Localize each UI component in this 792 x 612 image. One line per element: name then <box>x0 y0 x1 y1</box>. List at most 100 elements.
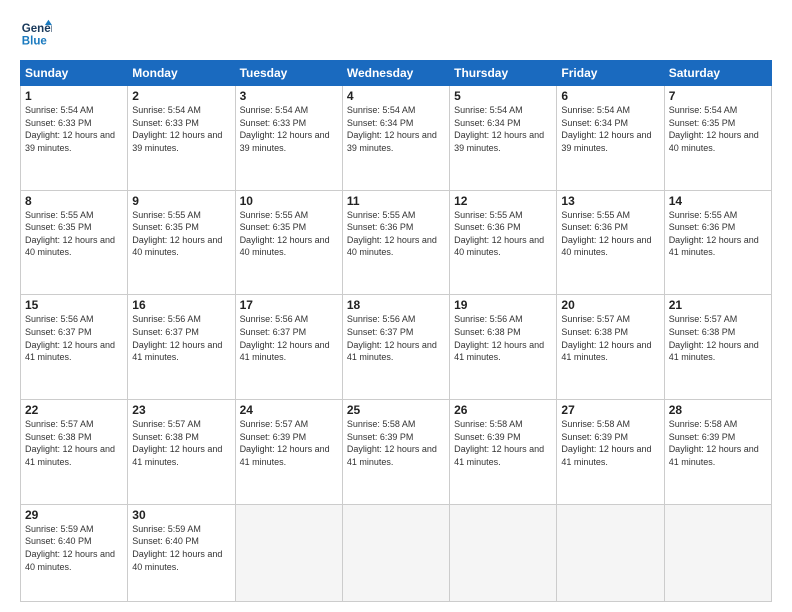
day-number: 3 <box>240 89 338 103</box>
day-info: Sunrise: 5:56 AMSunset: 6:37 PMDaylight:… <box>347 314 437 362</box>
col-header-monday: Monday <box>128 61 235 86</box>
day-number: 29 <box>25 508 123 522</box>
table-row: 4 Sunrise: 5:54 AMSunset: 6:34 PMDaylight… <box>342 86 449 191</box>
svg-text:Blue: Blue <box>22 36 48 48</box>
table-row: 17 Sunrise: 5:56 AMSunset: 6:37 PMDayligh… <box>235 295 342 400</box>
day-info: Sunrise: 5:57 AMSunset: 6:39 PMDaylight:… <box>240 419 330 467</box>
table-row: 18 Sunrise: 5:56 AMSunset: 6:37 PMDayligh… <box>342 295 449 400</box>
day-number: 21 <box>669 298 767 312</box>
day-info: Sunrise: 5:54 AMSunset: 6:34 PMDaylight:… <box>347 105 437 153</box>
col-header-tuesday: Tuesday <box>235 61 342 86</box>
day-info: Sunrise: 5:58 AMSunset: 6:39 PMDaylight:… <box>669 419 759 467</box>
day-info: Sunrise: 5:57 AMSunset: 6:38 PMDaylight:… <box>132 419 222 467</box>
table-row <box>450 504 557 601</box>
table-row: 13 Sunrise: 5:55 AMSunset: 6:36 PMDayligh… <box>557 190 664 295</box>
day-info: Sunrise: 5:56 AMSunset: 6:37 PMDaylight:… <box>132 314 222 362</box>
day-info: Sunrise: 5:56 AMSunset: 6:38 PMDaylight:… <box>454 314 544 362</box>
table-row: 30 Sunrise: 5:59 AMSunset: 6:40 PMDayligh… <box>128 504 235 601</box>
table-row: 11 Sunrise: 5:55 AMSunset: 6:36 PMDayligh… <box>342 190 449 295</box>
table-row: 8 Sunrise: 5:55 AMSunset: 6:35 PMDaylight… <box>21 190 128 295</box>
day-number: 16 <box>132 298 230 312</box>
table-row: 12 Sunrise: 5:55 AMSunset: 6:36 PMDayligh… <box>450 190 557 295</box>
table-row: 10 Sunrise: 5:55 AMSunset: 6:35 PMDayligh… <box>235 190 342 295</box>
day-number: 15 <box>25 298 123 312</box>
day-number: 30 <box>132 508 230 522</box>
table-row: 21 Sunrise: 5:57 AMSunset: 6:38 PMDayligh… <box>664 295 771 400</box>
table-row: 15 Sunrise: 5:56 AMSunset: 6:37 PMDayligh… <box>21 295 128 400</box>
day-info: Sunrise: 5:58 AMSunset: 6:39 PMDaylight:… <box>561 419 651 467</box>
day-info: Sunrise: 5:55 AMSunset: 6:35 PMDaylight:… <box>132 210 222 258</box>
page: General Blue SundayMondayTuesdayWednesda… <box>0 0 792 612</box>
table-row: 6 Sunrise: 5:54 AMSunset: 6:34 PMDaylight… <box>557 86 664 191</box>
day-number: 2 <box>132 89 230 103</box>
table-row: 28 Sunrise: 5:58 AMSunset: 6:39 PMDayligh… <box>664 400 771 505</box>
day-number: 18 <box>347 298 445 312</box>
logo-icon: General Blue <box>20 18 52 50</box>
day-info: Sunrise: 5:54 AMSunset: 6:34 PMDaylight:… <box>454 105 544 153</box>
day-info: Sunrise: 5:57 AMSunset: 6:38 PMDaylight:… <box>561 314 651 362</box>
table-row: 2 Sunrise: 5:54 AMSunset: 6:33 PMDaylight… <box>128 86 235 191</box>
day-number: 26 <box>454 403 552 417</box>
table-row: 29 Sunrise: 5:59 AMSunset: 6:40 PMDayligh… <box>21 504 128 601</box>
day-number: 6 <box>561 89 659 103</box>
day-info: Sunrise: 5:55 AMSunset: 6:36 PMDaylight:… <box>347 210 437 258</box>
table-row: 3 Sunrise: 5:54 AMSunset: 6:33 PMDaylight… <box>235 86 342 191</box>
day-number: 7 <box>669 89 767 103</box>
day-info: Sunrise: 5:55 AMSunset: 6:35 PMDaylight:… <box>25 210 115 258</box>
day-number: 23 <box>132 403 230 417</box>
day-number: 13 <box>561 194 659 208</box>
day-info: Sunrise: 5:58 AMSunset: 6:39 PMDaylight:… <box>454 419 544 467</box>
day-number: 27 <box>561 403 659 417</box>
day-info: Sunrise: 5:54 AMSunset: 6:33 PMDaylight:… <box>132 105 222 153</box>
day-number: 22 <box>25 403 123 417</box>
day-info: Sunrise: 5:54 AMSunset: 6:34 PMDaylight:… <box>561 105 651 153</box>
day-info: Sunrise: 5:55 AMSunset: 6:35 PMDaylight:… <box>240 210 330 258</box>
table-row: 23 Sunrise: 5:57 AMSunset: 6:38 PMDayligh… <box>128 400 235 505</box>
table-row: 26 Sunrise: 5:58 AMSunset: 6:39 PMDayligh… <box>450 400 557 505</box>
table-row: 7 Sunrise: 5:54 AMSunset: 6:35 PMDaylight… <box>664 86 771 191</box>
table-row: 27 Sunrise: 5:58 AMSunset: 6:39 PMDayligh… <box>557 400 664 505</box>
day-info: Sunrise: 5:59 AMSunset: 6:40 PMDaylight:… <box>132 524 222 572</box>
day-number: 5 <box>454 89 552 103</box>
day-number: 8 <box>25 194 123 208</box>
table-row <box>557 504 664 601</box>
day-number: 11 <box>347 194 445 208</box>
table-row: 1Sunrise: 5:54 AMSunset: 6:33 PMDaylight… <box>21 86 128 191</box>
day-number: 20 <box>561 298 659 312</box>
day-number: 12 <box>454 194 552 208</box>
col-header-saturday: Saturday <box>664 61 771 86</box>
day-info: Sunrise: 5:55 AMSunset: 6:36 PMDaylight:… <box>454 210 544 258</box>
table-row: 16 Sunrise: 5:56 AMSunset: 6:37 PMDayligh… <box>128 295 235 400</box>
day-number: 14 <box>669 194 767 208</box>
col-header-sunday: Sunday <box>21 61 128 86</box>
day-number: 19 <box>454 298 552 312</box>
day-number: 4 <box>347 89 445 103</box>
day-info: Sunrise: 5:57 AMSunset: 6:38 PMDaylight:… <box>25 419 115 467</box>
day-info: Sunrise: 5:56 AMSunset: 6:37 PMDaylight:… <box>240 314 330 362</box>
day-info: Sunrise: 5:55 AMSunset: 6:36 PMDaylight:… <box>561 210 651 258</box>
table-row: 24 Sunrise: 5:57 AMSunset: 6:39 PMDayligh… <box>235 400 342 505</box>
day-info: Sunrise: 5:54 AMSunset: 6:33 PMDaylight:… <box>240 105 330 153</box>
day-info: Sunrise: 5:54 AMSunset: 6:35 PMDaylight:… <box>669 105 759 153</box>
table-row: 22 Sunrise: 5:57 AMSunset: 6:38 PMDayligh… <box>21 400 128 505</box>
table-row <box>664 504 771 601</box>
day-number: 24 <box>240 403 338 417</box>
day-info: Sunrise: 5:59 AMSunset: 6:40 PMDaylight:… <box>25 524 115 572</box>
table-row: 25Sunrise: 5:58 AMSunset: 6:39 PMDayligh… <box>342 400 449 505</box>
day-info: Sunrise: 5:57 AMSunset: 6:38 PMDaylight:… <box>669 314 759 362</box>
day-info: Sunrise: 5:56 AMSunset: 6:37 PMDaylight:… <box>25 314 115 362</box>
col-header-thursday: Thursday <box>450 61 557 86</box>
day-number: 9 <box>132 194 230 208</box>
day-number: 17 <box>240 298 338 312</box>
table-row: 19 Sunrise: 5:56 AMSunset: 6:38 PMDayligh… <box>450 295 557 400</box>
table-row: 20 Sunrise: 5:57 AMSunset: 6:38 PMDayligh… <box>557 295 664 400</box>
table-row <box>235 504 342 601</box>
calendar-table: SundayMondayTuesdayWednesdayThursdayFrid… <box>20 60 772 602</box>
day-number: 1 <box>25 89 123 103</box>
day-info: Sunrise: 5:58 AMSunset: 6:39 PMDaylight:… <box>347 419 437 467</box>
table-row: 14Sunrise: 5:55 AMSunset: 6:36 PMDayligh… <box>664 190 771 295</box>
day-number: 10 <box>240 194 338 208</box>
day-number: 28 <box>669 403 767 417</box>
col-header-friday: Friday <box>557 61 664 86</box>
table-row: 9 Sunrise: 5:55 AMSunset: 6:35 PMDaylight… <box>128 190 235 295</box>
